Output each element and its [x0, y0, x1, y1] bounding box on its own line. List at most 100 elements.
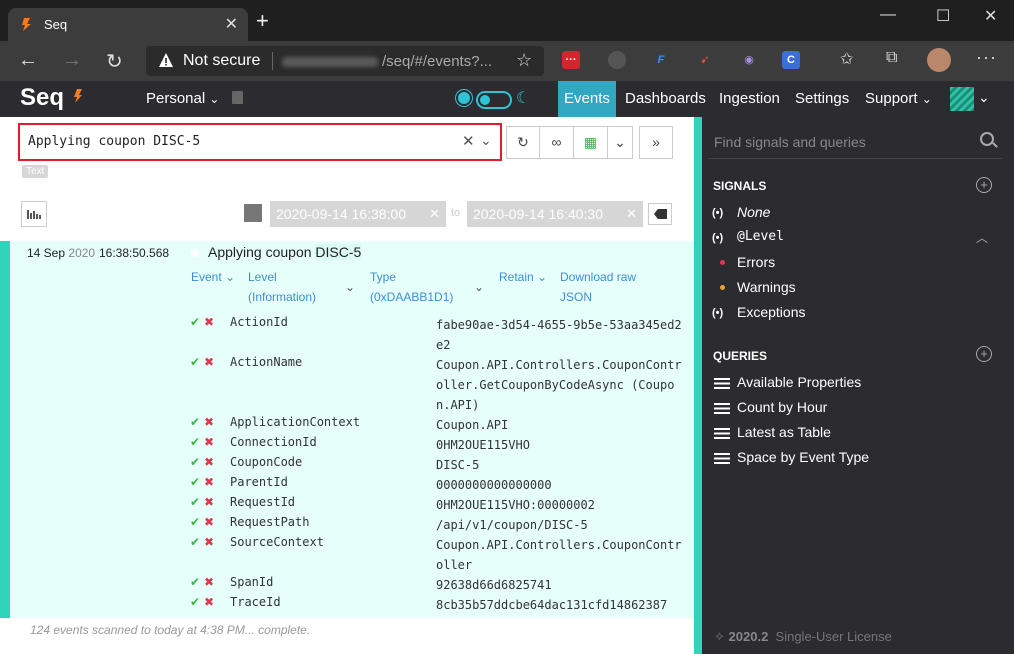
favorites-icon[interactable]: ✩ — [840, 49, 853, 69]
eraser-icon — [654, 209, 667, 219]
range-from[interactable]: 2020-09-14 16:38:00 ✕ — [270, 201, 446, 227]
extension-dots-icon[interactable]: ··· — [562, 51, 580, 69]
back-icon[interactable]: ← — [18, 49, 38, 72]
nav-support[interactable]: Support ⌄ — [859, 81, 938, 117]
include-check-icon[interactable]: ✔ — [190, 455, 200, 469]
filter-search-input[interactable]: Applying coupon DISC-5 — [28, 134, 200, 149]
panel-splitter[interactable] — [694, 117, 702, 654]
exclude-x-icon[interactable]: ✖ — [204, 435, 214, 449]
exclude-x-icon[interactable]: ✖ — [204, 475, 214, 489]
refresh-button[interactable]: ↻ — [506, 126, 540, 159]
signal-warnings[interactable]: Warnings — [737, 279, 796, 295]
exclude-x-icon[interactable]: ✖ — [204, 315, 214, 329]
favorite-star-icon[interactable]: ☆ — [516, 50, 532, 71]
exclude-x-icon[interactable]: ✖ — [204, 415, 214, 429]
clear-filter-icon[interactable]: ✕ — [462, 132, 475, 150]
query-icon — [714, 378, 730, 389]
history-chevron-icon[interactable]: ⌄ — [480, 132, 492, 149]
query-count-by-hour[interactable]: Count by Hour — [737, 399, 827, 415]
histogram-button[interactable] — [21, 201, 47, 227]
add-signal-icon[interactable]: + — [976, 177, 992, 193]
signal-search-box[interactable]: Find signals and queries — [708, 129, 1002, 159]
tail-button[interactable]: » — [639, 126, 673, 159]
window-close-icon[interactable]: ✕ — [984, 6, 997, 26]
include-check-icon[interactable]: ✔ — [190, 595, 200, 609]
include-check-icon[interactable]: ✔ — [190, 355, 200, 369]
minimize-icon[interactable]: — — [880, 6, 896, 24]
chevron-up-icon[interactable]: ︿ — [976, 229, 988, 246]
nav-events[interactable]: Events — [558, 81, 616, 117]
signal-exceptions[interactable]: Exceptions — [737, 304, 805, 320]
filter-search-box[interactable]: Applying coupon DISC-5 ✕ ⌄ — [18, 123, 502, 161]
workspace-selector[interactable]: Personal ⌄ — [146, 90, 219, 107]
nav-dashboards[interactable]: Dashboards — [619, 81, 712, 117]
collections-icon[interactable]: ⧉ — [886, 49, 897, 67]
theme-toggle[interactable] — [476, 91, 512, 109]
range-to[interactable]: 2020-09-14 16:40:30 ✕ — [467, 201, 643, 227]
address-bar[interactable]: Not secure /seq/#/events?... ☆ — [146, 46, 544, 76]
chevron-down-icon[interactable]: ⌄ — [474, 277, 484, 297]
sparkle-icon: ✧ — [714, 629, 725, 644]
clear-to-icon[interactable]: ✕ — [626, 201, 637, 227]
query-space-by-event-type[interactable]: Space by Event Type — [737, 449, 869, 465]
include-check-icon[interactable]: ✔ — [190, 415, 200, 429]
link-button[interactable]: ∞ — [539, 126, 574, 159]
type-menu[interactable]: Type (0xDAABB1D1) — [370, 267, 453, 307]
retain-menu[interactable]: Retain ⌄ — [499, 267, 547, 287]
clear-range-button[interactable] — [648, 203, 672, 225]
exclude-x-icon[interactable]: ✖ — [204, 595, 214, 609]
extension-f-icon[interactable]: F — [652, 51, 670, 69]
query-available-properties[interactable]: Available Properties — [737, 374, 861, 390]
event-menu[interactable]: Event ⌄ — [191, 267, 235, 287]
view-options-button[interactable]: ⌄ — [607, 126, 633, 159]
extension-cat-icon[interactable]: ◉ — [740, 51, 758, 69]
profile-avatar[interactable] — [927, 48, 951, 72]
extension-swift-icon[interactable]: ➹ — [696, 51, 714, 69]
light-theme-icon — [458, 92, 470, 104]
save-workspace-icon[interactable] — [232, 91, 243, 104]
clear-from-icon[interactable]: ✕ — [429, 201, 440, 227]
extension-owl-icon[interactable] — [608, 51, 626, 69]
add-query-icon[interactable]: + — [976, 346, 992, 362]
maximize-icon[interactable]: ☐ — [936, 6, 950, 26]
signals-sidebar: Find signals and queries SIGNALS + (•) N… — [702, 117, 1014, 654]
chevron-down-icon[interactable]: ⌄ — [345, 277, 355, 297]
browser-tab[interactable]: Seq ✕ — [8, 8, 248, 41]
include-check-icon[interactable]: ✔ — [190, 315, 200, 329]
user-identicon[interactable] — [950, 87, 974, 111]
include-check-icon[interactable]: ✔ — [190, 535, 200, 549]
calendar-icon[interactable] — [244, 204, 262, 222]
nav-ingestion[interactable]: Ingestion — [713, 81, 786, 117]
include-check-icon[interactable]: ✔ — [190, 515, 200, 529]
forward-icon[interactable]: → — [62, 49, 82, 72]
level-menu[interactable]: Level (Information) — [248, 267, 316, 307]
exclude-x-icon[interactable]: ✖ — [204, 515, 214, 529]
seq-logo[interactable]: Seq — [20, 84, 64, 112]
chevron-down-icon[interactable]: ⌄ — [978, 89, 990, 106]
signal-none[interactable]: None — [737, 204, 770, 220]
new-tab-icon[interactable]: + — [256, 8, 269, 34]
exclude-x-icon[interactable]: ✖ — [204, 575, 214, 589]
scan-status: 124 events scanned to today at 4:38 PM..… — [30, 623, 311, 637]
queries-heading: QUERIES — [713, 349, 768, 363]
include-check-icon[interactable]: ✔ — [190, 575, 200, 589]
query-icon — [714, 403, 730, 414]
view-button[interactable]: ▦ — [573, 126, 608, 159]
include-check-icon[interactable]: ✔ — [190, 495, 200, 509]
query-latest-as-table[interactable]: Latest as Table — [737, 424, 831, 440]
nav-settings[interactable]: Settings — [789, 81, 855, 117]
tab-close-icon[interactable]: ✕ — [225, 14, 238, 34]
signal-level[interactable]: @Level — [737, 229, 784, 244]
event-row-expanded[interactable]: 14 Sep 2020 16:38:50.568 Applying coupon… — [0, 241, 694, 618]
download-json-link[interactable]: Download raw JSON — [560, 267, 636, 307]
reload-icon[interactable]: ↻ — [106, 49, 123, 74]
signal-errors[interactable]: Errors — [737, 254, 775, 270]
extension-c-icon[interactable]: C — [782, 51, 800, 69]
exclude-x-icon[interactable]: ✖ — [204, 535, 214, 549]
exclude-x-icon[interactable]: ✖ — [204, 495, 214, 509]
exclude-x-icon[interactable]: ✖ — [204, 355, 214, 369]
include-check-icon[interactable]: ✔ — [190, 435, 200, 449]
more-menu-icon[interactable]: ··· — [976, 47, 997, 68]
exclude-x-icon[interactable]: ✖ — [204, 455, 214, 469]
include-check-icon[interactable]: ✔ — [190, 475, 200, 489]
